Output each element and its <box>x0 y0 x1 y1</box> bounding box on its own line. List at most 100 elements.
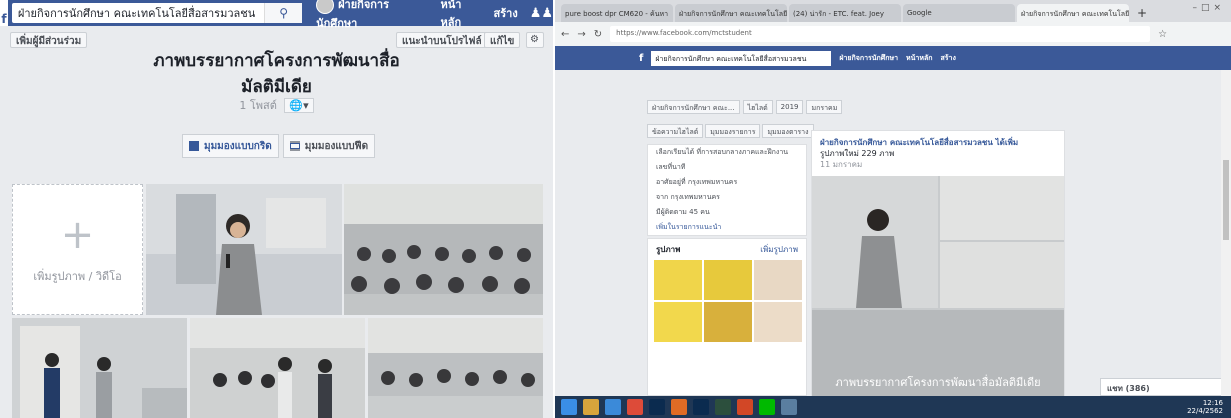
thumb-5[interactable] <box>704 302 752 342</box>
browser-tab-strip: pure boost dpr CM620 - ค้นหา ฝ่ายกิจการน… <box>555 0 1231 22</box>
photo-grid <box>648 260 806 342</box>
nav-page-link[interactable]: ฝ่ายกิจการนักศึกษา <box>316 0 428 32</box>
chat-label: แชท (386) <box>1107 384 1150 393</box>
filter-bar: ฝ่ายกิจการนักศึกษา คณะ... ไฮไลต์ 2019 มก… <box>647 96 1063 118</box>
see-photos-link[interactable]: เพิ่มรูปภาพ <box>760 243 798 256</box>
thumb-3[interactable] <box>754 260 802 300</box>
bookmark-star-icon[interactable]: ☆ <box>1158 29 1167 40</box>
info-line-6[interactable]: เพิ่มในรายการแนะนำ <box>648 220 806 235</box>
edit-button[interactable]: แก้ไข <box>484 32 521 48</box>
start-icon[interactable] <box>561 399 577 415</box>
grid-view-label: มุมมองแบบกริด <box>204 140 272 152</box>
facebook-top-bar: f ฝ่ายกิจการนักศึกษา คณะเทคโนโลยีสื่อสาร… <box>0 0 553 30</box>
thumb-2[interactable] <box>704 260 752 300</box>
app-icon[interactable] <box>781 399 797 415</box>
info-line-1: เลือกเรียนได้ ที่การสอบกลางภาคและฝึกงาน <box>656 148 789 156</box>
post-card: ฝ่ายกิจการนักศึกษา คณะเทคโนโลยีสื่อสารมว… <box>811 130 1065 398</box>
reload-icon[interactable]: ↻ <box>594 29 602 40</box>
line-icon[interactable] <box>759 399 775 415</box>
page-title: ภาพบรรยากาศโครงการพัฒนาสื่อ มัลติมีเดีย <box>0 48 553 100</box>
firefox-icon[interactable] <box>671 399 687 415</box>
album-photo-4[interactable] <box>190 318 365 418</box>
search-text: ฝ่ายกิจการนักศึกษา คณะเทคโนโลยีสื่อสารมว… <box>17 7 256 20</box>
list-icon <box>289 141 300 151</box>
feed-view-button[interactable]: มุมมองแบบฟีด <box>282 134 376 158</box>
facebook-logo-icon-2[interactable]: f <box>639 53 643 64</box>
add-photo-tile[interactable]: + เพิ่มรูปภาพ / วิดีโอ <box>12 184 143 315</box>
add-contributors-button[interactable]: เพิ่มผู้มีส่วนร่วม <box>10 32 88 48</box>
album-title-line1: ภาพบรรยากาศโครงการพัฒนาสื่อ <box>153 51 400 71</box>
illustrator-icon[interactable] <box>737 399 753 415</box>
search-input[interactable]: ฝ่ายกิจการนักศึกษา คณะเทคโนโลยีสื่อสารมว… <box>11 3 303 23</box>
album-photo-2[interactable] <box>344 184 543 315</box>
search-icon[interactable]: ⚲ <box>264 3 303 23</box>
url-field[interactable]: https://www.facebook.com/mctstudent <box>610 26 1151 42</box>
browser-tab-4[interactable]: Google <box>903 4 1015 22</box>
window-controls[interactable]: –□× <box>1192 3 1225 13</box>
ie-icon[interactable] <box>605 399 621 415</box>
tab-list-view[interactable]: มุมมองรายการ <box>705 124 761 138</box>
info-line-5: มีผู้ติดตาม 45 คน <box>656 208 710 216</box>
new-tab-icon[interactable]: + <box>1137 6 1147 20</box>
browser-tab-3[interactable]: (24) น่ารัก - ETC. feat. Joey <box>789 4 901 22</box>
lightroom-icon[interactable] <box>715 399 731 415</box>
view-switcher: มุมมองแบบกริด มุมมองแบบฟีด <box>182 134 376 158</box>
post-count-row: 1 โพสต์ 🌐▾ <box>0 96 553 114</box>
thumb-4[interactable] <box>654 302 702 342</box>
info-line-4: จาก กรุงเทพมหานคร <box>656 193 720 201</box>
info-line-2: เลขที่นาที <box>656 163 686 171</box>
avatar <box>316 0 335 14</box>
settings-gear-icon[interactable]: ⚙ <box>526 32 544 48</box>
album-photo-1[interactable] <box>146 184 342 315</box>
privacy-globe-icon[interactable]: 🌐▾ <box>284 98 314 113</box>
tab-grid-view[interactable]: มุมมองตาราง <box>762 124 814 138</box>
thumb-6[interactable] <box>754 302 802 342</box>
back-icon[interactable]: ← <box>561 29 569 40</box>
nav-create-link[interactable]: สร้าง <box>494 4 518 22</box>
post-count: 1 โพสต์ <box>239 99 277 112</box>
post-author[interactable]: ฝ่ายกิจการนักศึกษา คณะเทคโนโลยีสื่อสารมว… <box>820 137 1056 148</box>
address-bar-row: ← → ↻ https://www.facebook.com/mctstuden… <box>555 22 1231 46</box>
grid-icon <box>189 141 199 151</box>
nav-home-link[interactable]: หน้าหลัก <box>441 0 482 31</box>
post-overlay-title: ภาพบรรยากาศโครงการพัฒนาสื่อมัลติมีเดีย <box>835 374 1040 389</box>
album-photo-5[interactable] <box>368 318 543 418</box>
year-filter[interactable]: 2019 <box>775 100 804 114</box>
photos-card-title: รูปภาพ <box>656 245 681 254</box>
nav-create-link-2[interactable]: สร้าง <box>941 53 956 64</box>
scrollbar[interactable] <box>1221 70 1231 396</box>
month-filter[interactable]: มกราคม <box>806 100 843 114</box>
nav-page-link-2[interactable]: ฝ่ายกิจการนักศึกษา <box>839 53 898 64</box>
facebook-top-bar-2: f ฝ่ายกิจการนักศึกษา คณะเทคโนโลยีสื่อสาร… <box>555 46 1231 70</box>
highlights-filter[interactable]: ไฮไลต์ <box>742 100 773 114</box>
search-text-2: ฝ่ายกิจการนักศึกษา คณะเทคโนโลยีสื่อสารมว… <box>655 54 807 63</box>
browser-tab-2[interactable]: ฝ่ายกิจการนักศึกษา คณะเทคโนโลยีสื่อสา <box>675 4 787 22</box>
chat-bar[interactable]: แชท (386) <box>1100 378 1230 396</box>
left-facebook-album: f ฝ่ายกิจการนักศึกษา คณะเทคโนโลยีสื่อสาร… <box>0 0 553 418</box>
clock-time: 12:16 <box>1202 399 1223 407</box>
photoshop-icon[interactable] <box>649 399 665 415</box>
search-input-2[interactable]: ฝ่ายกิจการนักศึกษา คณะเทคโนโลยีสื่อสารมว… <box>651 50 832 66</box>
post-photo-grid[interactable]: ภาพบรรยากาศโครงการพัฒนาสื่อมัลติมีเดีย <box>812 176 1064 398</box>
page-filter[interactable]: ฝ่ายกิจการนักศึกษา คณะ... <box>647 100 740 114</box>
system-clock[interactable]: 12:16 22/4/2562 <box>1187 399 1223 415</box>
album-photo-3[interactable] <box>12 318 187 418</box>
right-browser-window: pure boost dpr CM620 - ค้นหา ฝ่ายกิจการน… <box>555 0 1231 418</box>
browser-tab-5[interactable]: ฝ่ายกิจการนักศึกษา คณะเทคโนโลยีสื่อสา <box>1017 4 1129 22</box>
file-explorer-icon[interactable] <box>583 399 599 415</box>
clock-date: 22/4/2562 <box>1187 407 1223 415</box>
about-card: เลือกเรียนได้ ที่การสอบกลางภาคและฝึกงาน … <box>647 144 807 236</box>
nav-home-link-2[interactable]: หน้าหลัก <box>906 53 932 64</box>
browser-tab-1[interactable]: pure boost dpr CM620 - ค้นหา <box>561 4 673 22</box>
photoshop-icon-2[interactable] <box>693 399 709 415</box>
facebook-logo-icon[interactable]: f <box>0 0 8 26</box>
thumb-1[interactable] <box>654 260 702 300</box>
grid-view-button[interactable]: มุมมองแบบกริด <box>182 134 279 158</box>
tab-highlights[interactable]: ข้อความไฮไลต์ <box>647 124 704 138</box>
info-line-3: อาศัยอยู่ที่ กรุงเทพมหานคร <box>656 178 738 186</box>
scrollbar-thumb[interactable] <box>1223 160 1229 240</box>
chrome-icon[interactable] <box>627 399 643 415</box>
friend-requests-icon[interactable]: ♟♟ <box>530 6 553 21</box>
forward-icon[interactable]: → <box>577 29 585 40</box>
suggest-profile-button[interactable]: แนะนำบนโปรไฟล์ <box>396 32 488 48</box>
